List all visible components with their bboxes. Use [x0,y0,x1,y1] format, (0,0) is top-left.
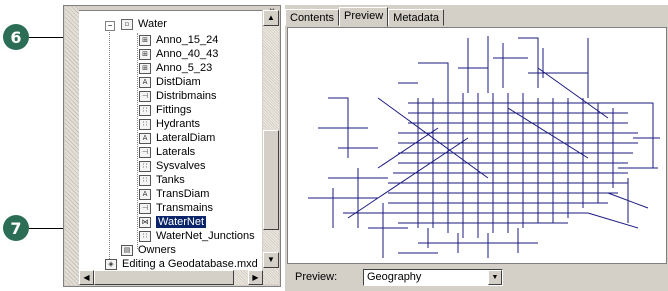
callout-6: 6 [3,24,29,50]
annotation-feature-icon: A [139,132,151,144]
tree-item-label: Anno_15_24 [156,34,219,46]
point-feature-icon: ∷ [139,230,151,242]
preview-type-value: Geography [367,271,422,283]
tree-item[interactable]: ∷ Sysvalves [139,159,206,173]
scroll-right-icon[interactable]: ▶ [248,270,263,285]
line-feature-icon: ⊣ [139,202,151,214]
annotation-feature-icon: A [139,188,151,200]
point-feature-icon: ∷ [139,174,151,186]
tab-strip: Contents Preview Metadata [285,7,445,27]
annotation-feature-icon: A [139,76,151,88]
tree-vertical-scrollbar[interactable]: ▲ ▼ [263,10,279,284]
preview-type-dropdown[interactable]: Geography ▼ [363,269,503,286]
tree-item-label: Water [138,18,167,30]
tree-item-label: WaterNet [156,216,207,228]
tree-item-label: Hydrants [156,118,201,130]
tree-item-owners[interactable]: ▤ Owners [121,243,176,257]
tree-panel-gutter [65,7,79,285]
table-icon: ▤ [121,244,133,256]
tree-item-label: Tanks [156,174,185,186]
scroll-left-icon[interactable]: ◀ [79,270,94,285]
annotation-class-icon: ⊞ [139,48,151,60]
preview-options-bar: Preview: Geography ▼ [285,267,668,289]
chevron-down-icon[interactable]: ▼ [488,270,502,285]
tree-item-waternet[interactable]: ⋈ WaterNet [139,215,207,229]
tree-item[interactable]: ∷ Fittings [139,103,191,117]
tree-item-label: Transmains [156,202,214,214]
horizontal-scroll-thumb[interactable] [94,270,234,285]
catalog-tree: − ▫ Water ⊞ Anno_15_24 ⊞ Anno_40_43 ⊞ Anno_… [79,10,262,271]
tree-item-mxd[interactable]: ◈ Editing a Geodatabase.mxd [105,257,258,271]
tree-item[interactable]: ∷ Hydrants [139,117,200,131]
tree-item[interactable]: ⊣ Distribmains [139,89,217,103]
scroll-down-icon[interactable]: ▼ [263,252,279,268]
tree-item-label: Editing a Geodatabase.mxd [122,258,258,270]
tree-item-label: Owners [138,244,176,256]
line-feature-icon: ⊣ [139,146,151,158]
annotation-class-icon: ⊞ [139,62,151,74]
tree-item[interactable]: ⊞ Anno_5_23 [139,61,212,75]
tree-item[interactable]: ⊞ Anno_40_43 [139,47,218,61]
preview-panel: Contents Preview Metadata Preview: Geogr… [285,5,668,291]
feature-dataset-icon: ▫ [121,18,133,30]
tree-item[interactable]: A DistDiam [139,75,201,89]
annotation-class-icon: ⊞ [139,34,151,46]
tree-item-label: WaterNet_Junctions [156,230,255,242]
tree-item-label: DistDiam [156,76,201,88]
map-document-icon: ◈ [105,258,117,270]
geometric-network-icon: ⋈ [139,216,151,228]
tree-item[interactable]: ⊣ Transmains [139,201,213,215]
catalog-tree-panel: × − ▫ Water ⊞Anno_15_24 ⊞Anno_40_43 ⊞Ann… [63,5,281,287]
water-network-map [308,36,660,258]
tab-preview[interactable]: Preview [339,7,389,27]
tab-contents[interactable]: Contents [285,9,340,26]
scroll-thumb[interactable] [263,130,279,230]
tree-item-label: Laterals [156,146,196,158]
point-feature-icon: ∷ [139,104,151,116]
geography-preview[interactable] [287,27,667,264]
tree-item-label: LateralDiam [156,132,216,144]
tree-item[interactable]: ⊣ Laterals [139,145,195,159]
callout-7: 7 [3,215,29,241]
tree-guide-line-root [109,23,110,271]
tree-item[interactable]: ⊞ Anno_15_24 [139,33,218,47]
tree-guide-line [137,33,138,249]
tree-item-water[interactable]: ▫ Water [121,17,167,31]
tree-item[interactable]: A TransDiam [139,187,209,201]
tree-item-label: Fittings [156,104,192,116]
tree-item[interactable]: ∷ Tanks [139,173,185,187]
tree-item[interactable]: A LateralDiam [139,131,215,145]
callout-7-number: 7 [10,218,22,238]
tree-item-label: Anno_40_43 [156,48,219,60]
tab-metadata[interactable]: Metadata [388,9,445,26]
tree-item-label: Distribmains [156,90,217,102]
scroll-up-icon[interactable]: ▲ [263,10,279,26]
line-feature-icon: ⊣ [139,90,151,102]
preview-label: Preview: [295,271,338,283]
point-feature-icon: ∷ [139,118,151,130]
point-feature-icon: ∷ [139,160,151,172]
collapse-water-toggle[interactable]: − [105,21,115,31]
tree-item-label: Sysvalves [156,160,206,172]
tree-item-label: Anno_5_23 [156,62,213,74]
tree-item-label: TransDiam [156,188,210,200]
tree-item[interactable]: ∷ WaterNet_Junctions [139,229,255,243]
callout-6-number: 6 [10,27,22,47]
tree-horizontal-scrollbar[interactable]: ◀ ▶ [79,270,263,285]
